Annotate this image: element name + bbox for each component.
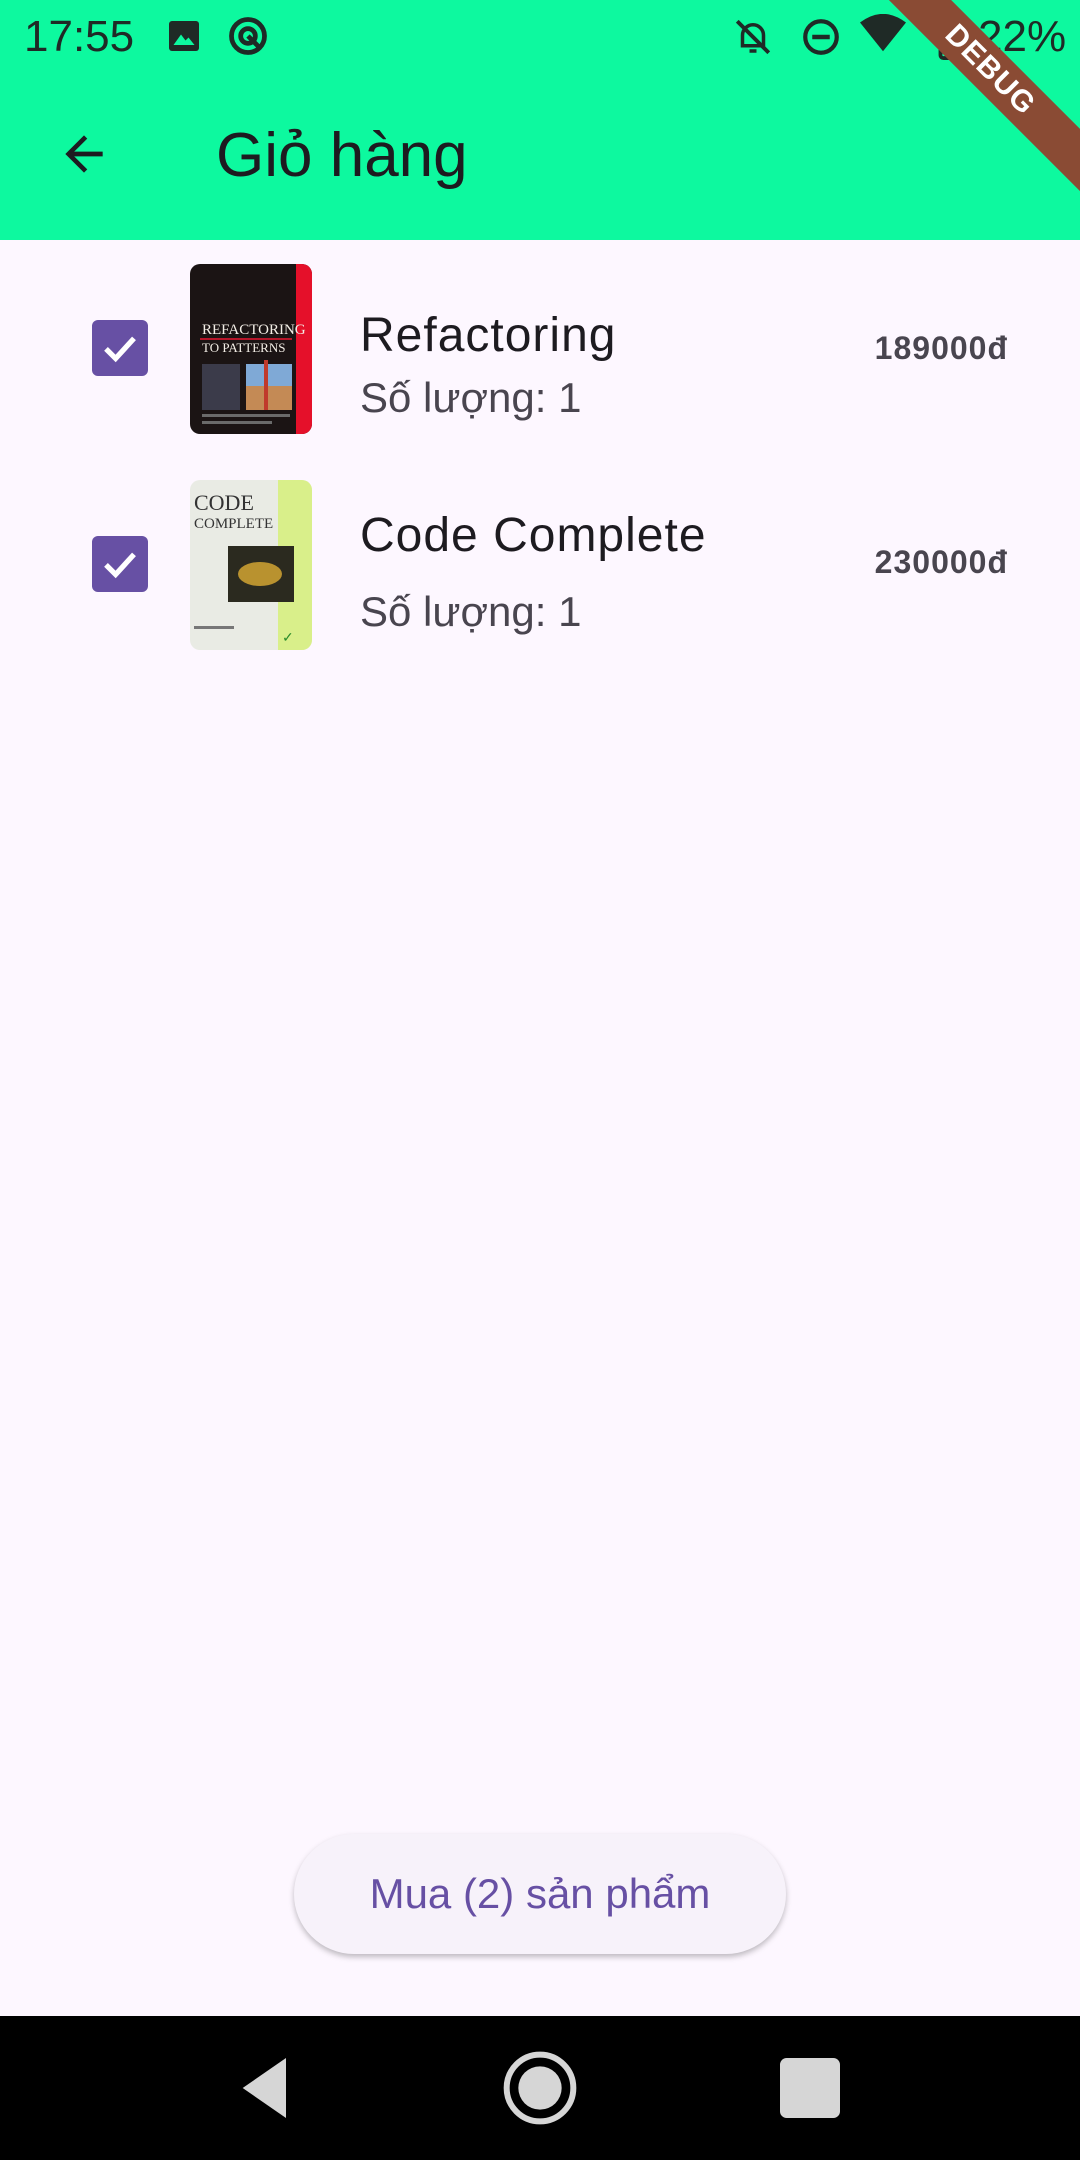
item-checkbox[interactable] (92, 320, 148, 376)
item-quantity: Số lượng: 1 (360, 588, 582, 635)
status-time: 17:55 (24, 12, 135, 61)
arrow-back-icon (65, 135, 103, 173)
app-header: 17:55 22% DEBUG Giỏ hàng (0, 0, 1080, 240)
do-not-disturb-icon (803, 19, 839, 55)
back-button[interactable] (40, 110, 128, 198)
check-icon (104, 336, 136, 363)
item-checkbox[interactable] (92, 536, 148, 592)
buy-button[interactable]: Mua (2) sản phẩm (294, 1834, 786, 1954)
cart-item[interactable]: REFACTORING TO PATTERNS Refactoring Số l… (0, 264, 1080, 464)
svg-text:COMPLETE: COMPLETE (194, 516, 273, 532)
page-title: Giỏ hàng (216, 121, 468, 190)
cart-item[interactable]: CODE COMPLETE ✓ Code Complete Số lượng: … (0, 480, 1080, 680)
svg-text:REFACTORING: REFACTORING (202, 322, 306, 338)
bell-off-icon (735, 19, 771, 55)
svg-text:✓: ✓ (282, 629, 294, 645)
nav-back-icon[interactable] (226, 2048, 306, 2128)
item-price: 230000đ (874, 544, 1008, 580)
vpn-icon (229, 17, 267, 55)
nav-recents-icon[interactable] (770, 2048, 850, 2128)
item-title: Code Complete (360, 509, 707, 562)
image-icon (169, 21, 199, 51)
item-price: 189000đ (874, 330, 1008, 366)
item-title: Refactoring (360, 309, 617, 362)
book-cover-refactoring: REFACTORING TO PATTERNS (190, 264, 312, 434)
nav-home-icon[interactable] (500, 2048, 580, 2128)
item-quantity: Số lượng: 1 (360, 374, 582, 421)
book-cover-code-complete: CODE COMPLETE ✓ (190, 480, 312, 650)
svg-text:TO PATTERNS: TO PATTERNS (202, 340, 285, 355)
svg-text:CODE: CODE (194, 490, 254, 515)
check-icon (104, 552, 136, 579)
wifi-icon (860, 14, 906, 52)
